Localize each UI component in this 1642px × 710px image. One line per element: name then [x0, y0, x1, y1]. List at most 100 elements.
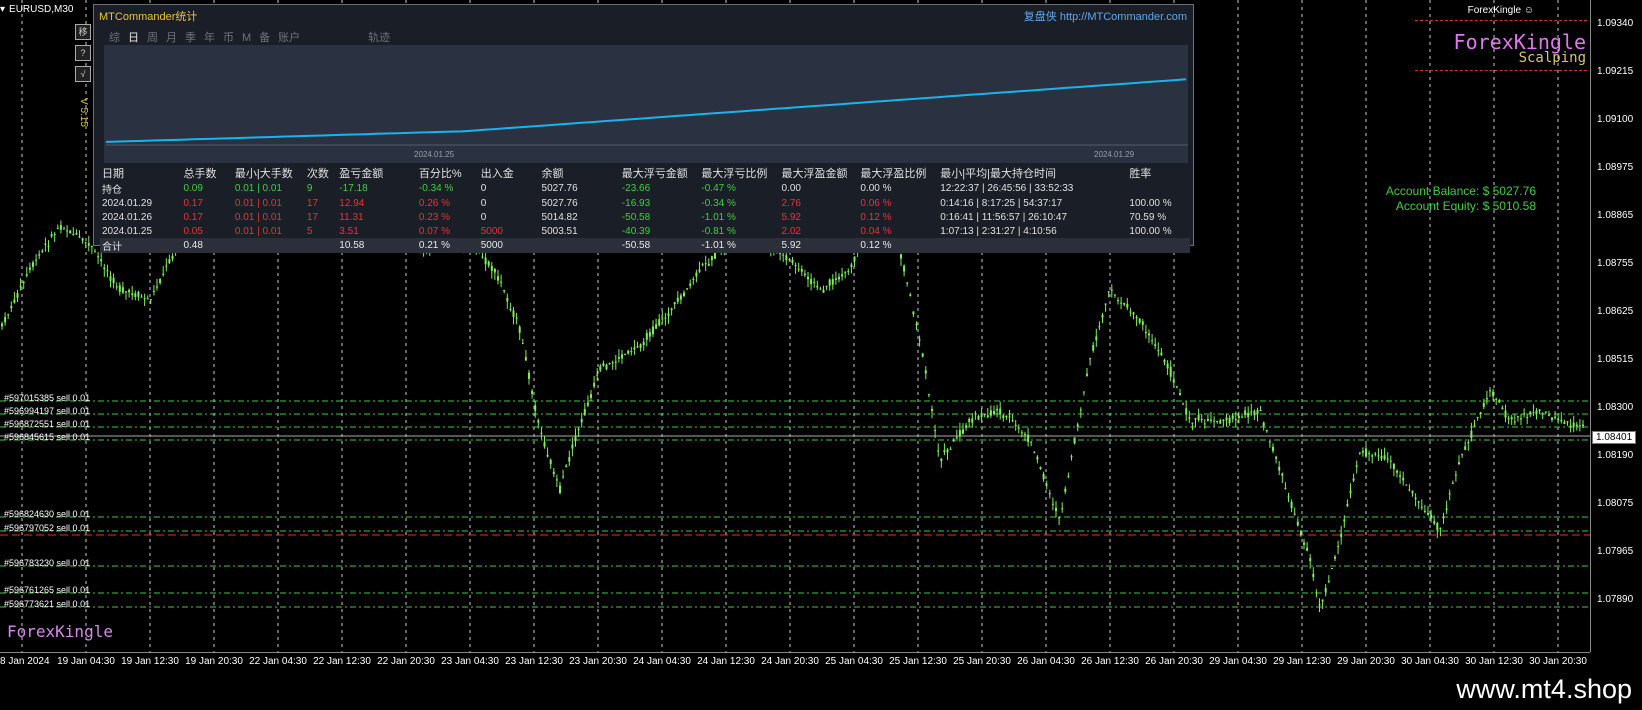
candle-body	[540, 432, 543, 434]
candle-body	[900, 254, 902, 259]
candle-body	[1383, 455, 1386, 460]
candle-body	[1436, 523, 1439, 531]
candle-body	[59, 225, 62, 230]
order-label[interactable]: #597015385 sell 0.01	[4, 393, 90, 403]
candle-body	[1532, 412, 1535, 414]
candle-body	[38, 254, 41, 256]
candle-body	[152, 290, 155, 292]
stats-cell: 0:16:41 | 11:56:57 | 26:10:47	[940, 211, 1068, 223]
candle-body	[940, 458, 943, 461]
order-label[interactable]: #596773621 sell 0.01	[4, 599, 90, 609]
candle-body	[1529, 411, 1532, 415]
candle-body	[109, 276, 112, 281]
candle-body	[1064, 488, 1067, 492]
candle-body	[1172, 379, 1175, 383]
candle-body	[695, 272, 698, 277]
candle-body	[1275, 456, 1278, 459]
order-label[interactable]: #596761265 sell 0.01	[4, 585, 90, 595]
price-axis[interactable]: 1.09340 1.09215 1.09100 1.08975 1.08865 1.087…	[1590, 0, 1642, 652]
candle-body	[1048, 493, 1051, 495]
candle-body	[1411, 490, 1414, 494]
candle-body	[1265, 429, 1268, 432]
candle-body	[531, 390, 534, 394]
panel-tab[interactable]: 周	[147, 32, 158, 44]
candle-body	[639, 344, 642, 348]
candle-body	[546, 455, 549, 457]
move-button[interactable]: 移	[75, 24, 91, 40]
stats-cell: 0.26 %	[418, 197, 451, 209]
stats-cell: 70.59 %	[1129, 211, 1167, 223]
footer-url: www.mt4.shop	[1456, 674, 1632, 704]
candle-body	[689, 283, 692, 286]
panel-tab[interactable]: 综	[109, 32, 120, 44]
candle-body	[989, 410, 992, 416]
candle-body	[168, 259, 171, 264]
panel-tab[interactable]: 日	[128, 32, 139, 44]
candle-body	[1312, 573, 1315, 578]
candle-body	[75, 233, 78, 235]
panel-tab[interactable]: 月	[166, 32, 177, 44]
order-label[interactable]: #596845615 sell 0.01	[4, 432, 90, 442]
stats-cell: 10.58	[339, 240, 365, 251]
stats-cell: 2.02	[781, 225, 801, 237]
candle-body	[1489, 390, 1491, 392]
candle-body	[171, 255, 174, 259]
candle-body	[481, 256, 484, 258]
candle-body	[1290, 501, 1293, 509]
dropdown-triangle-icon[interactable]: ▾	[0, 4, 5, 15]
candle-body	[1033, 452, 1036, 454]
candle-body	[1427, 513, 1429, 515]
panel-tab[interactable]: 轨迹	[368, 32, 390, 44]
candle-body	[1237, 415, 1240, 419]
stats-cell: 2024.01.25	[102, 225, 153, 237]
candle-body	[577, 429, 580, 431]
stats-cell: 0.00	[781, 183, 801, 194]
candle-body	[1405, 484, 1408, 486]
order-label[interactable]: #596797052 sell 0.01	[4, 523, 90, 533]
stats-cell: 0.00 %	[860, 183, 892, 194]
order-label[interactable]: #596783230 sell 0.01	[4, 558, 90, 568]
panel-tab[interactable]: 年	[204, 32, 215, 44]
candle-body	[813, 281, 816, 283]
candle-body	[943, 450, 946, 453]
check-button[interactable]: √	[75, 66, 91, 82]
candle-body	[841, 274, 844, 277]
candle-body	[1399, 475, 1402, 477]
price-axis-label: 1.07890	[1597, 594, 1634, 605]
candle-body	[1197, 414, 1200, 421]
price-chart[interactable]: ▾ EURUSD,M30 ForexKingle ☺ ForexKingle Sc…	[0, 0, 1590, 652]
candle-body	[497, 276, 499, 281]
equity-curve-plot: 2024.01.25 2024.01.29	[104, 45, 1188, 163]
candle-body	[791, 260, 794, 264]
candle-body	[1334, 556, 1336, 559]
candle-body	[1123, 302, 1126, 305]
time-axis-label: 19 Jan 04:30	[57, 656, 115, 667]
stats-cell: 合计	[102, 242, 122, 253]
panel-tab[interactable]: 季	[185, 32, 196, 44]
time-axis[interactable]: 18 Jan 2024 19 Jan 04:30 19 Jan 12:30 19 Ja…	[0, 652, 1590, 671]
candle-body	[996, 408, 999, 411]
candle-body	[834, 278, 837, 280]
candle-body	[593, 383, 596, 387]
candle-body	[1045, 484, 1048, 486]
panel-tab[interactable]: 账户	[278, 32, 300, 44]
candle-body	[1101, 314, 1104, 318]
candle-body	[1470, 430, 1473, 438]
candle-body	[1144, 331, 1147, 334]
panel-tab[interactable]: 备	[259, 32, 270, 44]
panel-tab[interactable]: M	[242, 32, 251, 44]
candle-body	[28, 267, 31, 270]
help-button[interactable]: ?	[75, 45, 91, 61]
stats-row: 2024.01.25 0.05 0.01 | 0.01 5 3.51 0.07 % 5000…	[100, 224, 1190, 238]
candle-body	[543, 442, 546, 447]
order-label[interactable]: #596824630 sell 0.01	[4, 509, 90, 519]
equity-curve-line	[105, 78, 1187, 143]
panel-tab[interactable]: 币	[223, 32, 234, 44]
candle-body	[1560, 419, 1563, 422]
order-label[interactable]: #596872551 sell 0.01	[4, 419, 90, 429]
candle-body	[710, 256, 713, 261]
time-axis-label: 29 Jan 04:30	[1209, 656, 1267, 667]
panel-site-link[interactable]: 复盘侠 http://MTCommander.com	[1024, 8, 1187, 24]
order-label[interactable]: #596994197 sell 0.01	[4, 406, 90, 416]
candle-body	[1231, 415, 1234, 419]
